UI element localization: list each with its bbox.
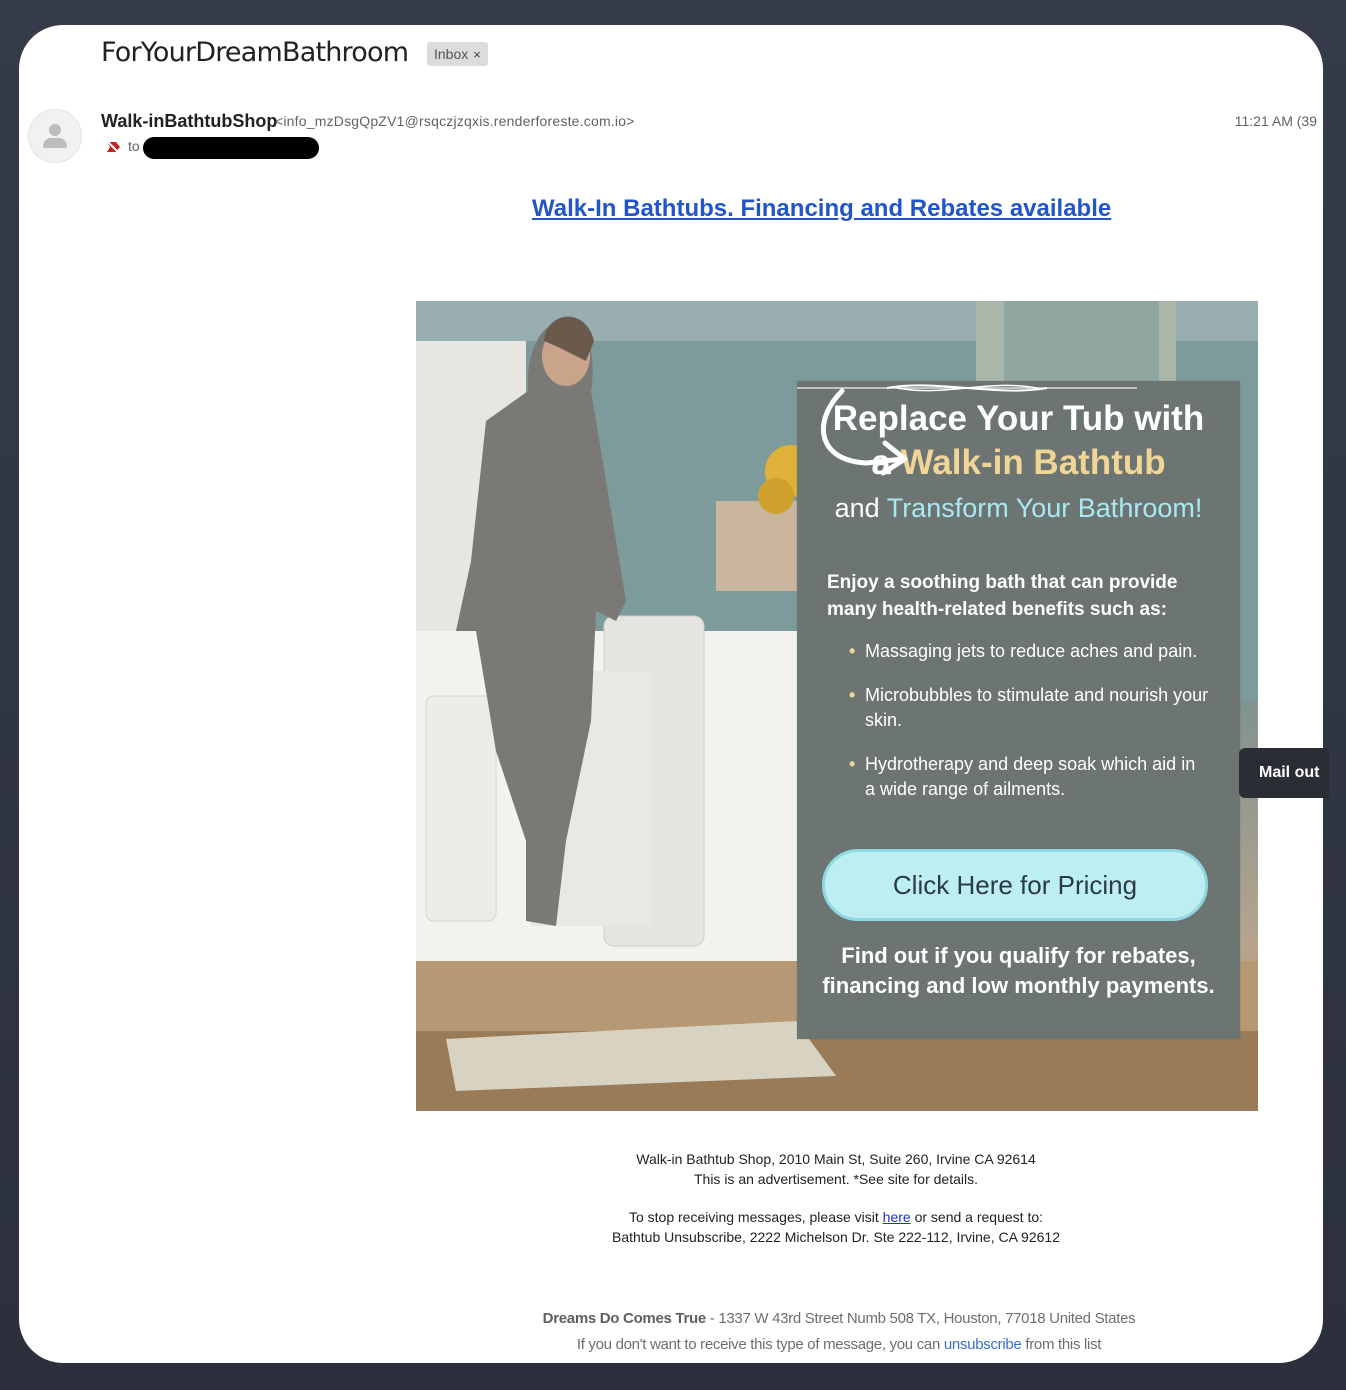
- unsubscribe-suffix: or send a request to:: [910, 1209, 1044, 1225]
- promo-title-line2-highlight: Walk-in Bathtub: [900, 443, 1166, 482]
- brand-address: - 1337 W 43rd Street Numb 508 TX, Housto…: [705, 1310, 1136, 1327]
- email-card: ForYourDreamBathroom Inbox × Walk-inBatht…: [19, 25, 1323, 1363]
- click-for-pricing-button[interactable]: Click Here for Pricing: [822, 849, 1208, 921]
- curved-arrow-icon: [820, 388, 908, 476]
- list-unsubscribe-prefix: If you don't want to receive this type o…: [576, 1336, 944, 1353]
- redacted-recipient: [143, 137, 319, 159]
- promo-title-line3-prefix: and: [834, 493, 887, 523]
- list-unsubscribe-link[interactable]: unsubscribe: [944, 1336, 1022, 1353]
- mail-out-tab[interactable]: Mail out: [1239, 748, 1329, 798]
- inbox-label-chip[interactable]: Inbox ×: [427, 42, 488, 66]
- sender-email: <info_mzDsgQpZV1@rsqczjzqxis.renderfores…: [275, 113, 635, 129]
- important-marker-icon[interactable]: [105, 139, 121, 155]
- remove-label-icon[interactable]: ×: [473, 47, 481, 62]
- benefits-list: Massaging jets to reduce aches and pain.…: [849, 639, 1209, 821]
- headline-link[interactable]: Walk-In Bathtubs. Financing and Rebates …: [532, 195, 1111, 223]
- sender-address: Walk-in Bathtub Shop, 2010 Main St, Suit…: [636, 1151, 1036, 1167]
- brand-line: Dreams Do Comes True - 1337 W 43rd Stree…: [359, 1306, 1319, 1332]
- sender-address-block: Walk-in Bathtub Shop, 2010 Main St, Suit…: [436, 1149, 1236, 1189]
- promo-footer-text: Find out if you qualify for rebates, fin…: [822, 943, 1215, 998]
- inbox-label-text: Inbox: [434, 46, 469, 62]
- list-unsubscribe-line: If you don't want to receive this type o…: [359, 1332, 1319, 1358]
- unsubscribe-block: To stop receiving messages, please visit…: [436, 1207, 1236, 1247]
- list-footer: Dreams Do Comes True - 1337 W 43rd Stree…: [359, 1306, 1319, 1358]
- unsubscribe-here-link[interactable]: here: [883, 1209, 911, 1225]
- list-unsubscribe-suffix: from this list: [1021, 1336, 1102, 1353]
- email-subject: ForYourDreamBathroom: [101, 37, 409, 68]
- benefit-item: Microbubbles to stimulate and nourish yo…: [849, 683, 1209, 733]
- hero-banner[interactable]: Replace Your Tub with a Walk-in Bathtub …: [416, 301, 1258, 1111]
- promo-intro: Enjoy a soothing bath that can provide m…: [827, 572, 1178, 620]
- brand-name: Dreams Do Comes True: [542, 1310, 707, 1327]
- unsubscribe-line: To stop receiving messages, please visit…: [436, 1207, 1236, 1227]
- unsubscribe-prefix: To stop receiving messages, please visit: [628, 1209, 883, 1225]
- promo-title-line3: and Transform Your Bathroom!: [797, 493, 1240, 524]
- ad-notice: This is an advertisement. *See site for …: [693, 1171, 979, 1187]
- benefit-item: Hydrotherapy and deep soak which aid in …: [849, 752, 1209, 802]
- email-time: 11:21 AM (39: [1234, 113, 1317, 129]
- promo-title-line3-highlight: Transform Your Bathroom!: [886, 493, 1203, 523]
- promo-overlay: Replace Your Tub with a Walk-in Bathtub …: [797, 381, 1240, 1039]
- sender-avatar-icon: [28, 109, 82, 163]
- to-label: to: [128, 138, 140, 154]
- unsubscribe-address: Bathtub Unsubscribe, 2222 Michelson Dr. …: [611, 1229, 1060, 1245]
- benefit-item: Massaging jets to reduce aches and pain.: [849, 639, 1209, 664]
- sender-name[interactable]: Walk-inBathtubShop: [101, 111, 277, 132]
